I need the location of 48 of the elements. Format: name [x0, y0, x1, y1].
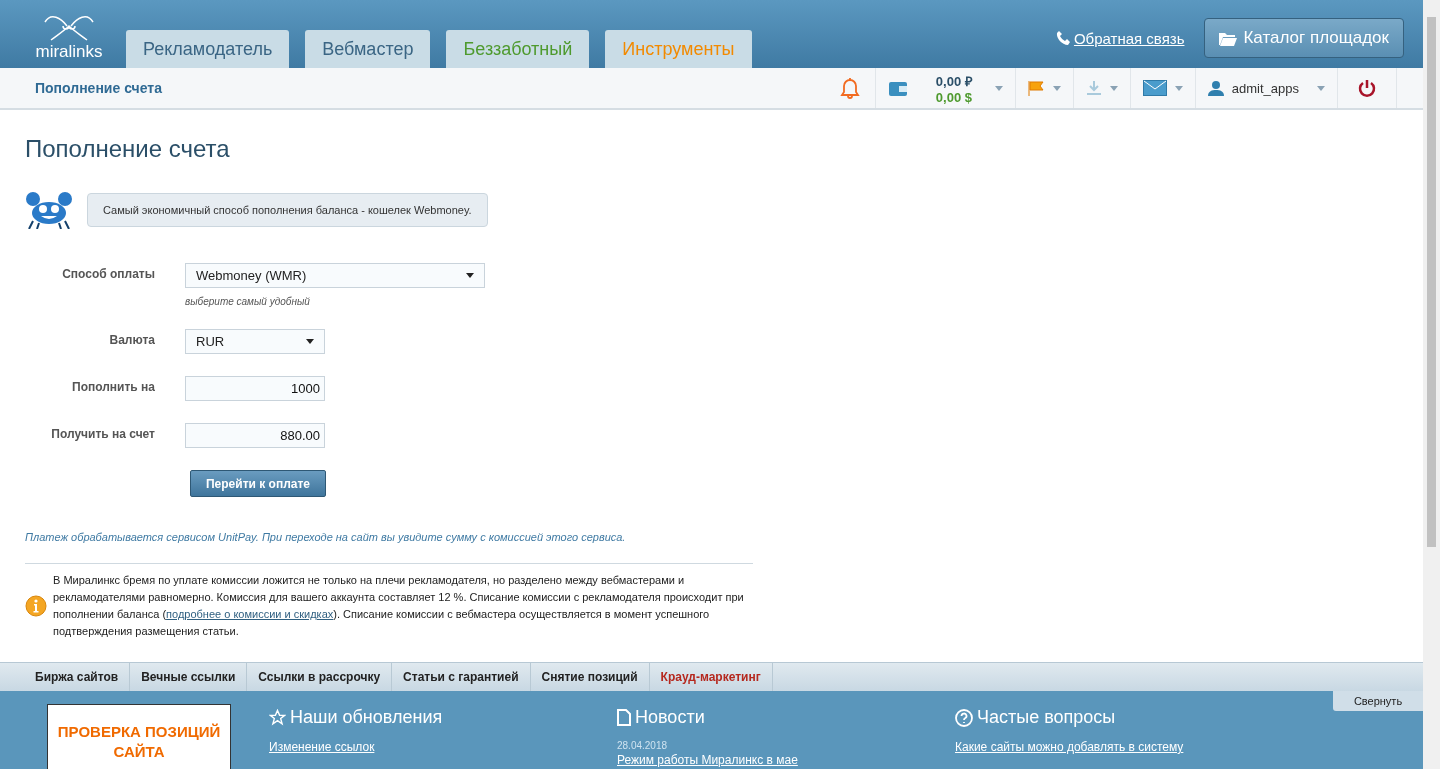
help-icon [955, 708, 973, 727]
folder-icon [1219, 30, 1238, 46]
footer-heading: Наши обновления [290, 707, 443, 728]
select-field[interactable]: RUR [185, 329, 325, 354]
phone-icon [1055, 30, 1070, 46]
balance-usd: 0,00 $ [935, 89, 973, 105]
username[interactable]: admit_apps [1231, 80, 1299, 96]
document-icon [617, 709, 631, 726]
input-field[interactable]: 1000 [185, 376, 325, 401]
field-label: Получить на счет [50, 426, 155, 443]
nav-tab[interactable]: Вебмастер [305, 30, 431, 68]
power-icon[interactable] [1358, 79, 1376, 97]
promo-banner[interactable]: ПРОВЕРКА ПОЗИЦИЙ САЙТА [47, 704, 231, 769]
scrollbar[interactable] [1423, 0, 1440, 769]
field-label: Пополнить на [71, 379, 155, 396]
crab-icon [25, 191, 73, 229]
commission-link[interactable]: подробнее о комиссии и скидках [166, 608, 334, 620]
collapse-button[interactable]: Свернуть [1333, 691, 1423, 711]
field-label: Способ оплаты [61, 266, 155, 283]
logo[interactable]: miralinks [34, 4, 104, 68]
select-field[interactable]: Webmoney (WMR) [185, 263, 485, 288]
field-hint: выберите самый удобный [185, 296, 311, 307]
footer-heading: Частые вопросы [977, 707, 1116, 728]
footer-heading: Новости [635, 707, 705, 728]
balance-rub: 0,00 ₽ [935, 72, 973, 90]
feedback-link[interactable]: Обратная связь [1073, 29, 1185, 47]
news-date: 28.04.2018 [617, 740, 669, 751]
breadcrumb-title: Пополнение счета [35, 80, 162, 96]
star-icon [269, 709, 286, 726]
user-icon [1207, 80, 1224, 96]
commission-info: В Миралинкс бремя по уплате комиссии ложится не только на плечи рекламодателя, но разделено между вебмастерами и рекламодателями равномерно. Комиссия для вашего аккаунта составляет 12 %. Списание комиссии с рекламодателя происходит при пополнении баланса (подробнее о комиссии и скидках). Списание комиссии с вебмастера осуществляется в момент успешного подтверждения размещения статьи. [53, 573, 745, 639]
download-icon[interactable] [1085, 80, 1102, 96]
catalog-button[interactable]: Каталог площадок [1204, 18, 1404, 58]
input-field[interactable]: 880.00 [185, 423, 325, 448]
payment-note: Платеж обрабатывается сервисом UnitPay. При переходе на сайт вы увидите сумму с комиссией этого сервиса. [25, 531, 627, 543]
info-icon [25, 595, 47, 617]
footer-link[interactable]: Режим работы Миралинкс в мае [617, 753, 917, 767]
field-label: Валюта [108, 332, 155, 349]
flag-icon[interactable] [1027, 80, 1045, 96]
footer-link[interactable]: Какие сайты можно добавлять в систему [955, 740, 1275, 754]
nav-tab[interactable]: Беззаботный [446, 30, 590, 68]
pay-button[interactable]: Перейти к оплате [190, 470, 326, 497]
wallet-icon[interactable] [887, 79, 908, 97]
envelope-icon[interactable] [1142, 80, 1167, 96]
footer-link[interactable]: Изменение ссылок [269, 740, 579, 754]
page-title: Пополнение счета [25, 135, 231, 163]
nav-tab[interactable]: Рекламодатель [126, 30, 290, 68]
tip-message: Самый экономичный способ пополнения баланса - кошелек Webmoney. [87, 193, 488, 227]
